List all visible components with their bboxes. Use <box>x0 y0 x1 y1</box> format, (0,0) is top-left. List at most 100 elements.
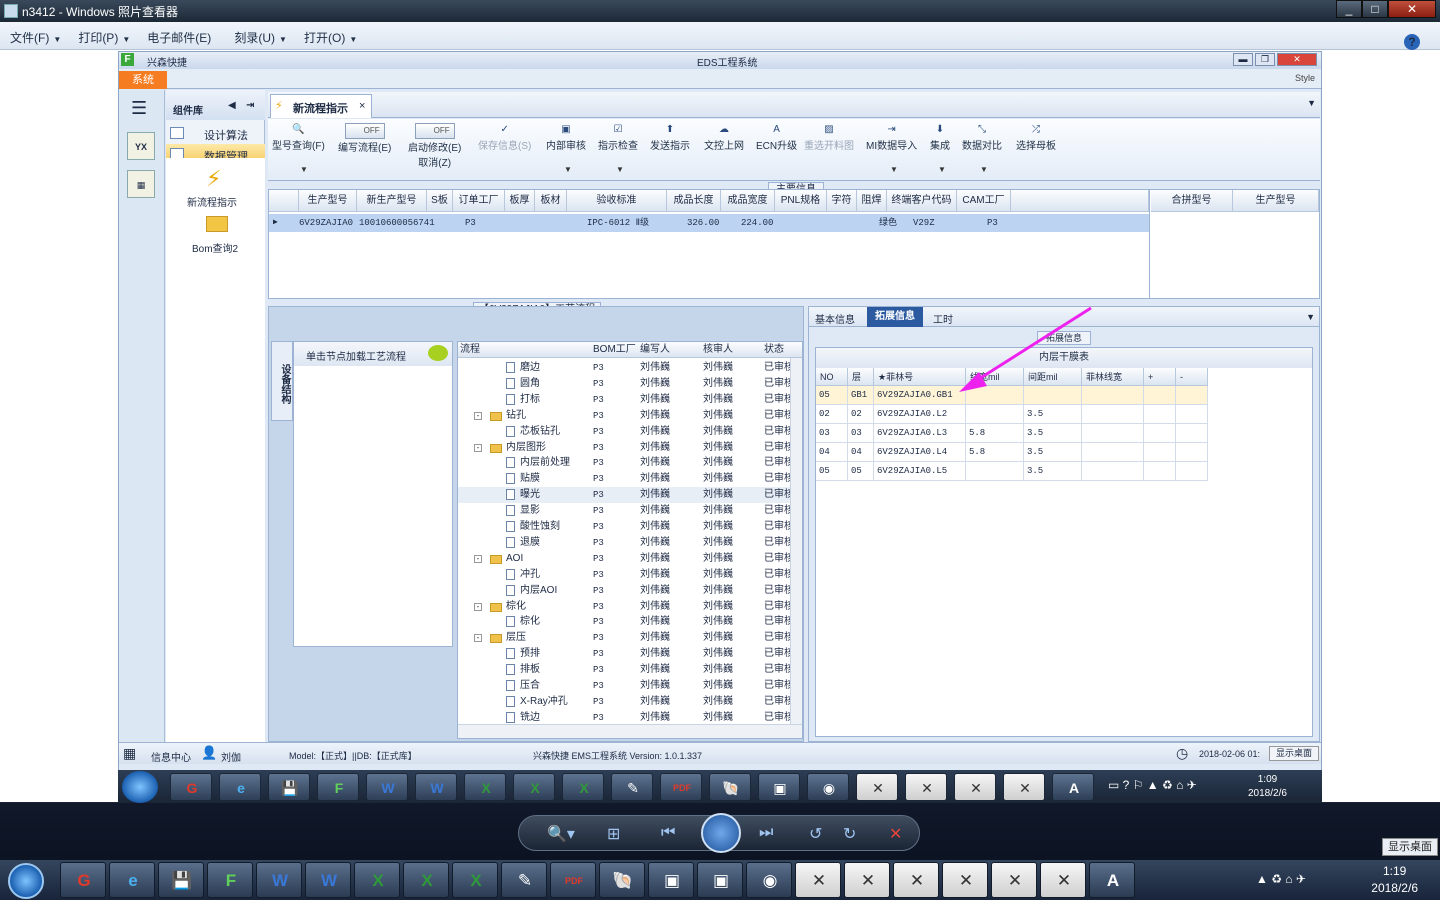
table-cell[interactable]: 05 <box>848 462 874 481</box>
tree-hscrollbar[interactable] <box>458 724 802 738</box>
save-info-button[interactable]: ✓ 保存信息(S) <box>478 125 531 153</box>
col-header[interactable]: - <box>1176 368 1208 386</box>
chevron-down-icon[interactable]: ▼ <box>564 165 572 174</box>
tree-row[interactable]: 压合 P3 刘伟巍 刘伟巍 已审核 <box>458 678 802 694</box>
table-cell[interactable]: 6V29ZAJIA0.L2 <box>874 405 966 424</box>
rotate-left-icon[interactable]: ↺ <box>809 824 822 844</box>
expand-toggle-icon[interactable]: - <box>474 634 482 643</box>
reselect-cutting-button[interactable]: ▨ 重选开料图 <box>804 125 854 153</box>
windows-grid-icon[interactable]: ▦ <box>123 745 136 762</box>
lightning-icon[interactable]: ⚡ <box>206 166 228 191</box>
chevron-down-icon[interactable]: ▼ <box>1306 312 1315 322</box>
table-cell[interactable]: 5.8 <box>966 424 1024 443</box>
chevron-down-icon[interactable]: ▼ <box>616 165 624 174</box>
taskbar-app-button[interactable]: ✕ <box>991 862 1037 898</box>
col-header[interactable]: 生产型号 <box>1233 190 1319 212</box>
taskbar-app-button[interactable]: ▣ <box>758 773 800 801</box>
taskbar-app-button[interactable]: G <box>170 773 212 801</box>
table-cell[interactable]: 6V29ZAJIA0.L5 <box>874 462 966 481</box>
tree-row[interactable]: 打标 P3 刘伟巍 刘伟巍 已审核 <box>458 392 802 408</box>
taskbar-app-button[interactable]: W <box>415 773 457 801</box>
menu-open[interactable]: 打开(O) <box>304 29 345 46</box>
table-cell[interactable]: 02 <box>848 405 874 424</box>
yx-icon[interactable]: YX <box>127 132 155 160</box>
chevron-down-icon[interactable]: ▼ <box>890 165 898 174</box>
col-header[interactable]: 终端客户代码 <box>887 190 957 212</box>
chevron-down-icon[interactable]: ▼ <box>938 165 946 174</box>
taskbar-app-button[interactable]: ✕ <box>905 773 947 801</box>
taskbar-app-button[interactable]: e <box>219 773 261 801</box>
table-cell[interactable] <box>1082 462 1144 481</box>
tray-icons[interactable]: ▲ ♻ ⌂ ✈ <box>1256 872 1306 886</box>
taskbar-app-button[interactable]: W <box>366 773 408 801</box>
taskbar-app-button[interactable]: X <box>452 862 498 898</box>
tab-basic-info[interactable]: 基本信息 <box>815 311 855 326</box>
col-header[interactable]: 字符 <box>827 190 857 212</box>
mi-import-button[interactable]: ⇥ MI数据导入 <box>866 125 917 153</box>
table-cell[interactable]: 05 <box>816 462 848 481</box>
taskbar-app-button[interactable]: W <box>305 862 351 898</box>
minimize-button[interactable]: _ <box>1336 0 1362 18</box>
tree-row[interactable]: 冲孔 P3 刘伟巍 刘伟巍 已审核 <box>458 567 802 583</box>
table-cell[interactable]: 3.5 <box>1024 443 1082 462</box>
col-header[interactable]: 生产型号 <box>299 190 357 212</box>
table-cell[interactable]: 04 <box>848 443 874 462</box>
tree-row[interactable]: 贴膜 P3 刘伟巍 刘伟巍 已审核 <box>458 471 802 487</box>
tree-row[interactable]: 内层AOI P3 刘伟巍 刘伟巍 已审核 <box>458 583 802 599</box>
table-cell[interactable] <box>1176 462 1208 481</box>
tree-row[interactable]: 显影 P3 刘伟巍 刘伟巍 已审核 <box>458 503 802 519</box>
tree-row[interactable]: 曝光 P3 刘伟巍 刘伟巍 已审核 <box>458 487 802 504</box>
tray-icons[interactable]: ▭ ? ⚐ ▲ ♻ ⌂ ✈ <box>1108 778 1197 792</box>
col-header[interactable]: 板厚 <box>505 190 535 212</box>
new-flow-instruction-link[interactable]: 新流程指示 <box>187 194 237 209</box>
table-cell[interactable] <box>966 405 1024 424</box>
table-cell[interactable] <box>1176 424 1208 443</box>
doc-online-button[interactable]: ☁ 文控上网 <box>704 125 744 153</box>
expand-toggle-icon[interactable]: - <box>474 411 482 420</box>
chevron-down-icon[interactable]: ▼ <box>300 165 308 174</box>
taskbar-app-button[interactable]: e <box>109 862 155 898</box>
tree-row[interactable]: - 钻孔 P3 刘伟巍 刘伟巍 已审核 <box>458 408 802 424</box>
taskbar-app-button[interactable]: PDF <box>660 773 702 801</box>
fit-window-icon[interactable]: ⊞ <box>607 824 620 844</box>
comp-item-design-algorithm[interactable]: 设计算法 <box>166 123 265 143</box>
table-row[interactable]: ▶ 6V29ZAJIA0 10010600056741 P3 IPC-6012 … <box>269 214 1149 232</box>
info-center-link[interactable]: 信息中心 <box>151 749 191 764</box>
zoom-icon[interactable]: 🔍▾ <box>547 824 575 844</box>
style-label[interactable]: Style <box>1295 73 1315 83</box>
select-motherboard-button[interactable]: ⤮ 选择母板 <box>1016 125 1056 153</box>
table-cell[interactable] <box>1082 405 1144 424</box>
taskbar-app-button[interactable]: ✕ <box>795 862 841 898</box>
instruction-check-button[interactable]: ☑ 指示检查 <box>598 125 638 153</box>
start-modify-toggle[interactable]: OFF 启动修改(E) 取消(Z) <box>408 123 461 169</box>
taskbar-app-button[interactable]: ✕ <box>1040 862 1086 898</box>
col-header[interactable]: 成品长度 <box>667 190 721 212</box>
taskbar-app-button[interactable]: ✕ <box>856 773 898 801</box>
app-minimize-button[interactable]: ▬ <box>1233 53 1253 66</box>
tree-row[interactable]: - 层压 P3 刘伟巍 刘伟巍 已审核 <box>458 630 802 646</box>
taskbar-app-button[interactable]: X <box>354 862 400 898</box>
data-compare-button[interactable]: ⤡ 数据对比 <box>962 125 1002 153</box>
table-cell[interactable] <box>1144 443 1176 462</box>
table-cell[interactable]: 03 <box>848 424 874 443</box>
taskbar-app-button[interactable]: ◉ <box>746 862 792 898</box>
table-cell[interactable]: 3.5 <box>1024 424 1082 443</box>
slideshow-button[interactable] <box>701 813 741 853</box>
col-header[interactable]: 阻焊 <box>857 190 887 212</box>
tab-extended-info[interactable]: 拓展信息 <box>867 307 923 327</box>
taskbar-app-button[interactable]: ◉ <box>807 773 849 801</box>
device-structure-tab[interactable]: 设备结构 <box>271 341 293 421</box>
menu-file[interactable]: 文件(F) <box>10 29 49 46</box>
menu-print[interactable]: 打印(P) <box>78 29 118 46</box>
app-restore-button[interactable]: ❐ <box>1255 53 1275 66</box>
taskbar-app-button[interactable]: ▣ <box>697 862 743 898</box>
taskbar-app-button[interactable]: ✎ <box>611 773 653 801</box>
taskbar-app-button[interactable]: F <box>207 862 253 898</box>
taskbar-app-button[interactable]: PDF <box>550 862 596 898</box>
tree-row[interactable]: 预排 P3 刘伟巍 刘伟巍 已审核 <box>458 646 802 662</box>
col-header[interactable]: 成品宽度 <box>721 190 775 212</box>
menu-email[interactable]: 电子邮件(E) <box>147 29 211 46</box>
collapse-icon[interactable]: ◀ <box>228 100 236 111</box>
bom-query-link[interactable]: Bom查询2 <box>192 240 238 255</box>
chevron-down-icon[interactable]: ▼ <box>1307 98 1316 108</box>
